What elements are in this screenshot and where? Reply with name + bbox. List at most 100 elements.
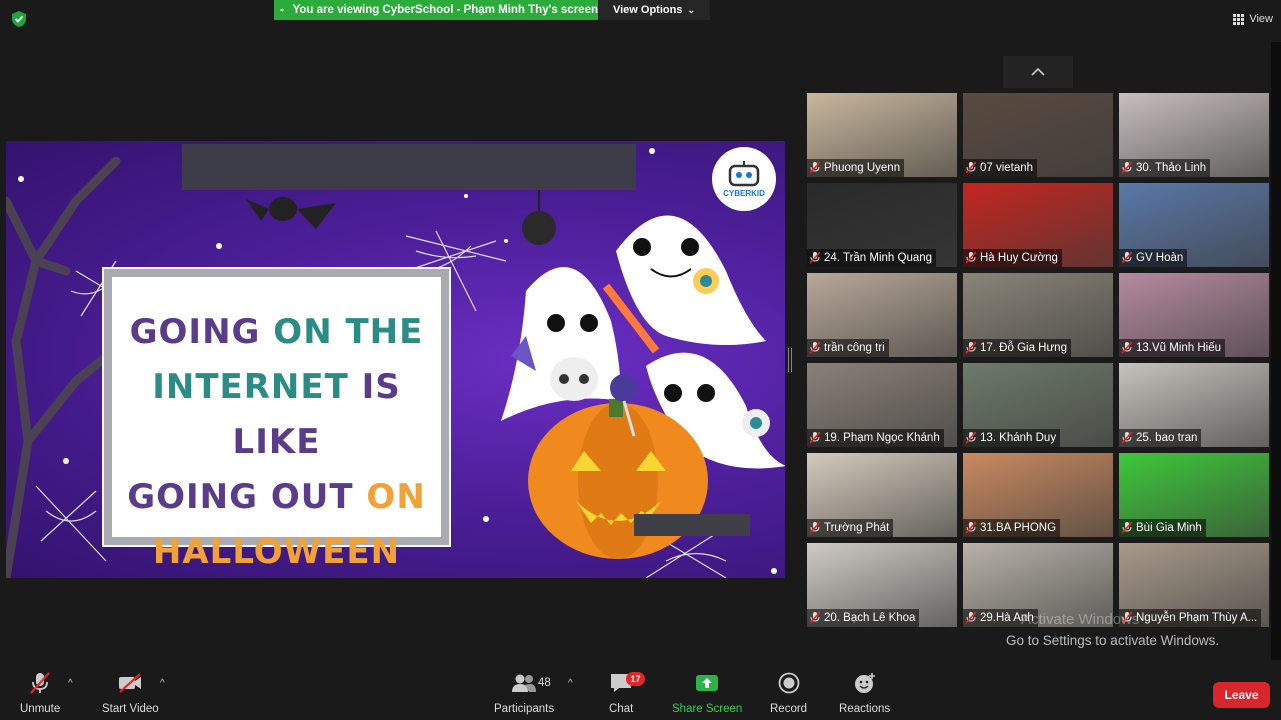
record-button[interactable]: Record xyxy=(770,670,807,715)
participant-video-tile[interactable]: Phuong Uyenn xyxy=(807,93,957,177)
robot-icon xyxy=(728,160,760,186)
mic-muted-icon xyxy=(1122,522,1132,534)
participant-name: 07 vietanh xyxy=(980,162,1034,174)
participant-name-label: GV Hoàn xyxy=(1119,249,1188,267)
participant-name: Nguyễn Phạm Thùy A... xyxy=(1136,612,1258,624)
unmute-label: Unmute xyxy=(20,703,61,715)
video-options-caret[interactable]: ^ xyxy=(160,678,165,689)
participant-name: 17. Đỗ Gia Hưng xyxy=(980,342,1067,354)
speaker-icon xyxy=(280,8,284,12)
redacted-area xyxy=(182,144,636,190)
headline-word: HALLOWEEN xyxy=(152,532,401,572)
participants-icon xyxy=(512,674,537,692)
mic-muted-icon xyxy=(30,672,50,694)
participant-video-tile[interactable]: 20. Bạch Lê Khoa xyxy=(807,543,957,627)
reactions-smiley-icon xyxy=(854,673,875,693)
screen-share-banner: You are viewing CyberSchool - Phạm Minh … xyxy=(274,0,598,20)
participant-name-label: 17. Đỗ Gia Hưng xyxy=(963,339,1071,357)
mic-muted-icon xyxy=(966,522,976,534)
start-video-button[interactable]: Start Video xyxy=(102,670,159,715)
mic-muted-icon xyxy=(810,612,820,624)
start-video-label: Start Video xyxy=(102,703,159,715)
participant-video-tile[interactable]: 24. Trần Minh Quang xyxy=(807,183,957,267)
participant-name-label: 30. Thảo Linh xyxy=(1119,159,1211,177)
mic-muted-icon xyxy=(810,252,820,264)
participant-name-label: Bùi Gia Minh xyxy=(1119,519,1206,537)
mic-muted-icon xyxy=(966,162,976,174)
mic-muted-icon xyxy=(810,342,820,354)
participant-video-tile[interactable]: 13. Khánh Duy xyxy=(963,363,1113,447)
participant-name-label: 25. bao tran xyxy=(1119,429,1202,447)
view-options-button[interactable]: View Options ⌄ xyxy=(598,0,710,20)
participant-video-tile[interactable]: 13.Vũ Minh Hiếu xyxy=(1119,273,1269,357)
meeting-toolbar: Unmute ^ Start Video ^ Participants 48 ^… xyxy=(0,660,1281,720)
chevron-down-icon: ⌄ xyxy=(687,4,696,15)
view-options-label: View Options xyxy=(612,4,683,16)
participant-name-label: 24. Trần Minh Quang xyxy=(807,249,937,267)
participants-count: 48 xyxy=(538,677,551,689)
participant-video-tile[interactable]: 30. Thảo Linh xyxy=(1119,93,1269,177)
record-icon xyxy=(778,672,799,694)
zoom-meeting-window: You are viewing CyberSchool - Phạm Minh … xyxy=(0,0,1281,720)
participant-name-label: Trường Phát xyxy=(807,519,894,537)
participants-options-caret[interactable]: ^ xyxy=(568,678,573,689)
slide-text-card: GOING ON THE INTERNET IS LIKE GOING OUT … xyxy=(104,269,449,572)
headline-word: ON xyxy=(366,477,426,517)
share-screen-label: Share Screen xyxy=(672,703,743,715)
slide-headline: GOING ON THE INTERNET IS LIKE GOING OUT … xyxy=(112,305,441,578)
participant-video-tile[interactable]: Hà Huy Cường xyxy=(963,183,1113,267)
participant-video-tile[interactable]: Bùi Gia Minh xyxy=(1119,453,1269,537)
mic-muted-icon xyxy=(966,612,976,624)
leave-meeting-button[interactable]: Leave xyxy=(1213,682,1270,708)
encryption-shield-icon[interactable] xyxy=(10,10,28,28)
audio-options-caret[interactable]: ^ xyxy=(68,678,73,689)
participant-video-tile[interactable]: 07 vietanh xyxy=(963,93,1113,177)
view-layout-button[interactable]: View xyxy=(1233,9,1273,29)
participant-name-label: trần công tri xyxy=(807,339,889,357)
headline-word: GOING xyxy=(129,312,274,352)
participant-name: Hà Huy Cường xyxy=(980,252,1058,264)
headline-word: GOING OUT xyxy=(127,477,367,517)
share-screen-button[interactable]: Share Screen xyxy=(672,670,742,715)
grid-icon xyxy=(1233,13,1245,25)
participant-name: 24. Trần Minh Quang xyxy=(824,252,933,264)
participant-name: 31.BA PHONG xyxy=(980,522,1057,534)
reactions-label: Reactions xyxy=(839,703,891,715)
reactions-button[interactable]: Reactions xyxy=(839,670,890,715)
participant-video-tile[interactable]: 19. Phạm Ngọc Khánh xyxy=(807,363,957,447)
unmute-button[interactable]: Unmute xyxy=(20,670,60,715)
viewing-text: You are viewing CyberSchool - Phạm Minh … xyxy=(292,4,598,16)
shared-screen-slide: GOING ON THE INTERNET IS LIKE GOING OUT … xyxy=(6,141,785,578)
participant-video-tile[interactable]: 25. bao tran xyxy=(1119,363,1269,447)
participant-name-label: Phuong Uyenn xyxy=(807,159,905,177)
participant-name-label: Nguyễn Phạm Thùy A... xyxy=(1119,609,1262,627)
participant-name-label: 13. Khánh Duy xyxy=(963,429,1061,447)
participant-video-tile[interactable]: Trường Phát xyxy=(807,453,957,537)
participant-name: 13. Khánh Duy xyxy=(980,432,1057,444)
view-label: View xyxy=(1249,13,1273,25)
participant-video-tile[interactable]: Nguyễn Phạm Thùy A... xyxy=(1119,543,1269,627)
participant-video-tile[interactable]: 17. Đỗ Gia Hưng xyxy=(963,273,1113,357)
participant-name: 25. bao tran xyxy=(1136,432,1198,444)
mic-muted-icon xyxy=(810,522,820,534)
participant-name: Trường Phát xyxy=(824,522,890,534)
participant-name: trần công tri xyxy=(824,342,885,354)
participants-label: Participants xyxy=(494,703,555,715)
resize-handle[interactable] xyxy=(788,348,792,372)
redacted-area xyxy=(634,514,750,536)
mic-muted-icon xyxy=(966,342,976,354)
headline-word: ON THE xyxy=(273,312,424,352)
mic-muted-icon xyxy=(966,252,976,264)
participant-name: Bùi Gia Minh xyxy=(1136,522,1202,534)
participant-video-tile[interactable]: 31.BA PHONG xyxy=(963,453,1113,537)
participant-video-tile[interactable]: trần công tri xyxy=(807,273,957,357)
participant-name-label: 19. Phạm Ngọc Khánh xyxy=(807,429,944,447)
participant-name-label: Hà Huy Cường xyxy=(963,249,1062,267)
windows-watermark-subtitle: Go to Settings to activate Windows. xyxy=(1006,633,1220,648)
mic-muted-icon xyxy=(966,432,976,444)
scroll-up-button[interactable] xyxy=(1003,56,1073,88)
participant-name-label: 20. Bạch Lê Khoa xyxy=(807,609,920,627)
mic-muted-icon xyxy=(1122,252,1132,264)
participant-video-tile[interactable]: GV Hoàn xyxy=(1119,183,1269,267)
mic-muted-icon xyxy=(810,432,820,444)
